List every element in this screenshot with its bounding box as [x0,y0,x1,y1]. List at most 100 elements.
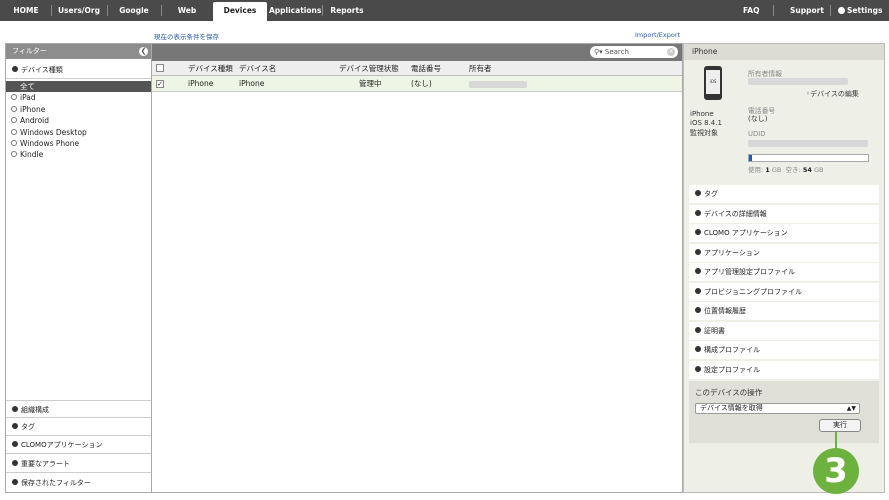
list-toolbar: ⚲▾ Search × [152,44,682,61]
expand-icon [12,66,18,72]
detail-section-label: プロビジョニングプロファイル [704,287,802,296]
filter-item-android[interactable]: Android [6,115,151,126]
filter-item-all[interactable]: 全て [6,81,151,93]
search-icon: ⚲▾ [594,48,603,56]
run-button[interactable]: 実行 [819,419,861,432]
expand-icon [695,209,701,216]
add-icon [11,105,17,112]
filter-item-kindle[interactable]: Kindle [6,149,151,160]
save-view-link[interactable]: 現在の表示条件を保存 [154,31,219,41]
filter-label: Windows Desktop [20,127,87,137]
storage-used-fill [749,155,752,161]
nav-separator [773,5,774,16]
column-header[interactable]: 電話番号 [411,61,441,76]
expand-icon [695,346,701,352]
select-arrows-icon: ▲▼ [846,405,856,412]
supervised-label: 監視対象 [690,129,718,137]
edit-device-link[interactable]: ◦デバイスの編集 [806,89,859,99]
detail-section[interactable]: 設定プロファイル [689,360,879,379]
operation-select[interactable]: デバイス情報を取得 ▲▼ [695,403,860,414]
top-nav: HOME Users/Org Google Apps Web Access De… [0,0,889,36]
gear-icon [838,6,845,14]
used-value: 1 [765,166,770,174]
free-label: 空き: [785,166,801,174]
device-type-section[interactable]: デバイス種類 [6,61,151,79]
sidebar-title: フィルター [12,47,47,55]
tab-applications[interactable]: Applications [269,0,321,21]
table-row[interactable]: ✓ iPhone iPhone 管理中 (なし) [152,76,682,92]
device-type-list: 全て iPad iPhone Android Windows Desktop W… [6,81,151,161]
select-all-checkbox[interactable] [156,64,164,72]
settings-link[interactable]: Settings [838,0,882,21]
detail-section[interactable]: 証明書 [689,321,879,340]
cell-device-type: iPhone [188,79,214,88]
faq-link[interactable]: FAQ [743,0,759,21]
owner-info-label: 所有者情報 [748,70,782,78]
section-label: 保存されたフィルター [21,479,91,487]
nav-separator [830,5,831,16]
tab-reports[interactable]: Reports [326,0,368,21]
detail-section[interactable]: アプリケーション [689,243,879,262]
clear-icon[interactable]: × [667,48,675,56]
detail-section[interactable]: 構成プロファイル [689,341,879,359]
column-header[interactable]: デバイス管理状態 [339,61,399,76]
phone-value: (なし) [748,115,768,123]
sidebar-header: フィルター ❮ [6,44,151,59]
sidebar-section-alerts[interactable]: 重要なアラート [6,455,151,473]
filter-item-iphone[interactable]: iPhone [6,104,151,115]
column-header[interactable]: 所有者 [469,61,492,76]
support-link[interactable]: Support [790,0,824,21]
used-unit: GB [771,166,782,174]
add-icon [11,117,17,124]
step-callout-badge: 3 [813,448,859,494]
sidebar-section-clomo-apps[interactable]: CLOMOアプリケーション [6,436,151,454]
import-export-link[interactable]: Import/Export [635,31,680,39]
column-header[interactable]: デバイス種類 [188,61,233,76]
tab-home[interactable]: HOME [6,0,46,21]
expand-icon [12,441,18,447]
settings-label: Settings [847,6,883,15]
sidebar-section-org[interactable]: 組織構成 [6,400,151,418]
detail-header: iPhone [684,44,884,60]
detail-section[interactable]: アプリ管理設定プロファイル [689,263,879,281]
expand-icon [695,287,701,294]
detail-section-label: 位置情報履歴 [704,307,746,315]
detail-section[interactable]: プロビジョニングプロファイル [689,282,879,301]
collapse-icon[interactable]: ❮ [139,47,148,56]
expand-icon [695,190,701,196]
filter-item-windows-desktop[interactable]: Windows Desktop [6,127,151,138]
device-detail-panel: iPhone iOS iPhone iOS 8.4.1 監視対象 所有者情報 ◦… [683,43,885,493]
filter-label: Kindle [20,150,44,160]
tab-web-access[interactable]: Web Access [164,0,210,36]
search-input[interactable]: ⚲▾ Search × [590,46,678,58]
filter-label: iPad [20,93,36,103]
tab-devices[interactable]: Devices [213,2,267,21]
expand-icon [695,307,701,313]
nav-separator [51,5,52,16]
add-icon [11,94,17,101]
nav-separator [322,5,323,16]
detail-section[interactable]: タグ [689,185,879,203]
filter-item-ipad[interactable]: iPad [6,92,151,103]
detail-section-label: 設定プロファイル [704,365,760,374]
detail-section[interactable]: デバイスの詳細情報 [689,204,879,223]
cell-status: 管理中 [359,79,382,88]
tab-users-org[interactable]: Users/Org [54,0,104,21]
cell-device-name: iPhone [239,79,265,88]
filter-item-windows-phone[interactable]: Windows Phone [6,138,151,149]
edit-device-label: デバイスの編集 [810,90,859,98]
detail-section-label: CLOMO アプリケーション [704,229,788,237]
sidebar-section-saved-filters[interactable]: 保存されたフィルター [6,474,151,492]
sidebar-section-tag[interactable]: タグ [6,418,151,436]
free-value: 54 [802,166,812,174]
tab-google-apps[interactable]: Google Apps [110,0,158,36]
row-checkbox[interactable]: ✓ [156,80,164,88]
column-header[interactable]: デバイス名 [239,61,276,76]
detail-section[interactable]: CLOMO アプリケーション [689,224,879,242]
detail-section[interactable]: 位置情報履歴 [689,302,879,320]
search-placeholder: Search [604,48,629,56]
storage-bar [748,154,869,162]
filter-label: Windows Phone [20,138,80,148]
expand-icon [695,229,701,235]
detail-section-label: デバイスの詳細情報 [704,209,767,218]
